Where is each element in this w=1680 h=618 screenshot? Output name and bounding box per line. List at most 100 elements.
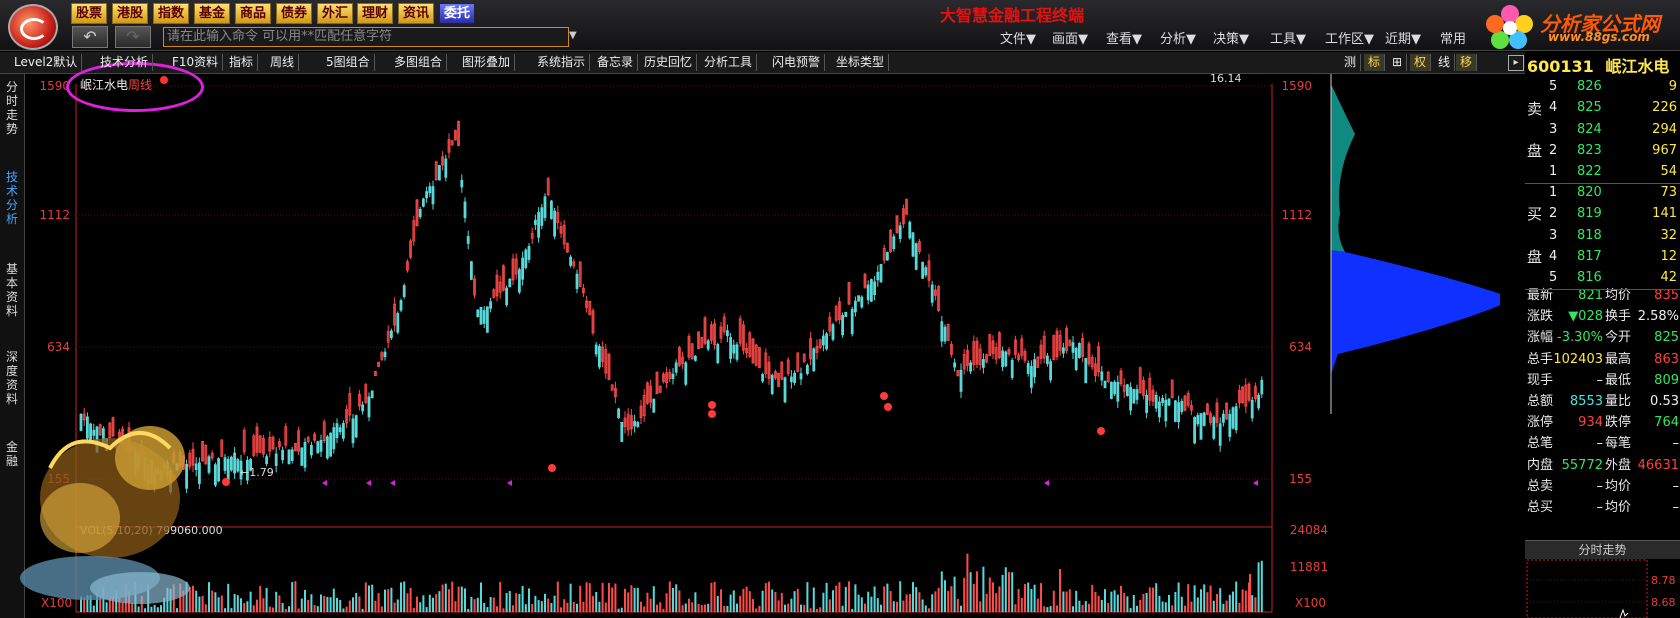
command-dropdown-icon[interactable]: ▼ <box>569 30 577 41</box>
toolbar-right-item-2[interactable]: ⊞ <box>1388 54 1408 71</box>
volume-bar <box>592 596 594 612</box>
candle-body <box>1154 394 1158 409</box>
volume-bar <box>710 582 713 612</box>
candle-body <box>421 198 425 207</box>
nav-button-2[interactable]: 指数 <box>153 3 190 24</box>
volume-bar <box>787 603 790 612</box>
mini-frame <box>1526 559 1648 618</box>
nav-button-3[interactable]: 基金 <box>194 3 231 24</box>
volume-bar <box>355 592 358 612</box>
toolbar-item-11[interactable]: 分析工具 <box>700 54 758 71</box>
nav-button-0[interactable]: 股票 <box>71 3 108 24</box>
volume-bar <box>265 587 268 612</box>
volume-bar <box>508 591 511 612</box>
volume-bar <box>822 592 825 612</box>
candle-body <box>1074 347 1078 370</box>
nav-button-1[interactable]: 港股 <box>112 3 149 24</box>
kline-chart[interactable]: 15901590111211126346341551552408411881X1… <box>0 74 1500 618</box>
candle-body <box>620 421 624 442</box>
candle-body <box>540 207 544 226</box>
candle-body <box>389 330 393 339</box>
candle-body <box>873 281 876 296</box>
nav-button-4[interactable]: 商品 <box>235 3 272 24</box>
menu-item-7[interactable]: 近期▼ <box>1385 28 1421 47</box>
toolbar-item-9[interactable]: 备忘录 <box>593 54 639 71</box>
volume-bar <box>1068 589 1071 612</box>
toolbar-item-8[interactable]: 系统指示 <box>533 54 591 71</box>
volume-bar <box>1046 607 1049 612</box>
volume-bar <box>1161 601 1164 612</box>
volume-bar <box>784 604 786 612</box>
menu-item-6[interactable]: 工作区▼ <box>1325 28 1374 47</box>
toolbar-right-item-1[interactable]: 标 <box>1364 54 1386 71</box>
toolbar-item-13[interactable]: 坐标类型 <box>832 54 890 71</box>
candle-body <box>1260 379 1264 395</box>
candle-body <box>1132 388 1136 404</box>
candle-body <box>1103 380 1107 389</box>
volume-bar <box>240 598 242 612</box>
toolbar-item-5[interactable]: 5图组合 <box>322 54 375 71</box>
toolbar-right-item-4[interactable]: 线 <box>1434 54 1456 71</box>
menu-item-0[interactable]: 文件▼ <box>1000 28 1036 47</box>
toolbar-right-item-0[interactable]: 测 <box>1340 54 1362 71</box>
volume-bar <box>259 585 262 612</box>
toolbar-item-6[interactable]: 多图组合 <box>390 54 448 71</box>
menu-item-1[interactable]: 画面▼ <box>1052 28 1088 47</box>
menu-item-5[interactable]: 工具▼ <box>1270 28 1306 47</box>
volume-bar <box>870 596 873 612</box>
nav-button-9[interactable]: 委托 <box>439 3 476 24</box>
candle-body <box>1164 399 1168 422</box>
panel-toggle-icon[interactable]: ▸ <box>1508 55 1524 71</box>
nav-button-8[interactable]: 资讯 <box>398 3 435 24</box>
candle-body <box>953 362 956 368</box>
toolbar-item-3[interactable]: 指标 <box>225 54 259 71</box>
side-tab-0[interactable]: 分时走势 <box>2 80 22 136</box>
level-num: 2 <box>1549 142 1558 158</box>
menu-item-4[interactable]: 决策▼ <box>1213 28 1249 47</box>
menu-item-3[interactable]: 分析▼ <box>1160 28 1196 47</box>
side-tab-1[interactable]: 技术分析 <box>2 170 22 226</box>
volume-bar <box>864 603 866 612</box>
app-logo <box>8 4 58 50</box>
candle-body <box>316 441 320 454</box>
volume-bar <box>1254 597 1257 612</box>
candle-body <box>485 306 489 333</box>
timeshare-tab[interactable]: 分时走势 <box>1525 540 1680 559</box>
nav-button-6[interactable]: 外汇 <box>317 3 354 24</box>
toolbar-item-10[interactable]: 历史回忆 <box>640 54 698 71</box>
y-tick-left: 1112 <box>39 208 70 222</box>
volume-bar <box>348 600 351 612</box>
toolbar-item-7[interactable]: 图形叠加 <box>458 54 516 71</box>
side-tab-2[interactable]: 基本资料 <box>2 262 22 318</box>
candle-body <box>812 348 816 372</box>
side-tab-4[interactable]: 金融 <box>2 440 22 468</box>
toolbar-right-item-3[interactable]: 权 <box>1410 54 1432 71</box>
forward-arrow-icon[interactable]: ↷ <box>115 26 151 48</box>
volume-bar <box>380 606 383 612</box>
side-tab-3[interactable]: 深度资料 <box>2 350 22 406</box>
volume-bar <box>425 607 428 612</box>
menu-item-8[interactable]: 常用 <box>1440 28 1466 47</box>
volume-bar <box>624 588 626 612</box>
stat-label: 总买 <box>1527 500 1554 515</box>
nav-button-7[interactable]: 理财 <box>357 3 394 24</box>
nav-button-5[interactable]: 债券 <box>276 3 313 24</box>
volume-bar <box>947 590 950 612</box>
back-arrow-icon[interactable]: ↶ <box>72 26 108 48</box>
candle-body <box>850 308 854 335</box>
toolbar-item-1[interactable]: 技术分析 <box>96 54 154 71</box>
toolbar-item-4[interactable]: 周线 <box>266 54 300 71</box>
menu-item-2[interactable]: 查看▼ <box>1106 28 1142 47</box>
volume-bar <box>320 594 322 612</box>
volume-bar <box>857 594 860 612</box>
volume-bar <box>489 596 492 612</box>
toolbar-item-2[interactable]: F10资料 <box>168 54 224 71</box>
volume-bar <box>873 586 876 612</box>
toolbar-item-0[interactable]: Level2默认 <box>10 54 83 71</box>
toolbar-right-item-5[interactable]: 移 <box>1456 54 1478 71</box>
candle-body <box>1222 413 1225 423</box>
volume-bar <box>1174 591 1177 612</box>
toolbar-item-12[interactable]: 闪电预警 <box>768 54 826 71</box>
bid-volume: 12 <box>1660 248 1677 264</box>
command-input[interactable]: 请在此输入命令 可以用**匹配任意字符 <box>163 27 569 47</box>
